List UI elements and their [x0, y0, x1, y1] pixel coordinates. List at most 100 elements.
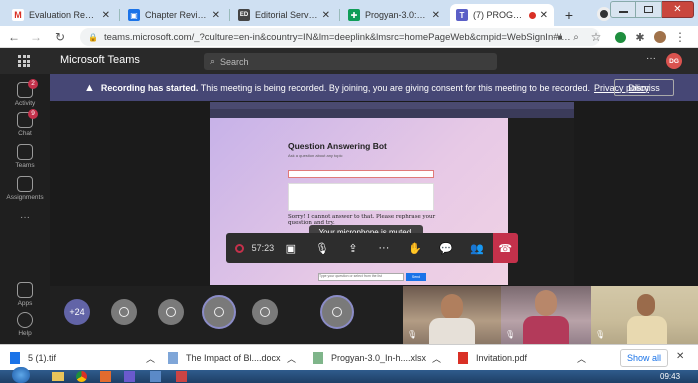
person-icon [332, 307, 342, 317]
chevron-up-icon[interactable]: ︿ [432, 352, 441, 365]
app-launcher-icon[interactable] [18, 55, 30, 67]
close-tab-icon[interactable]: ✕ [212, 10, 220, 21]
taskbar-app-icon[interactable] [100, 371, 111, 382]
address-bar[interactable]: 🔒 teams.microsoft.com/_?culture=en-in&co… [80, 28, 600, 46]
new-tab-button[interactable]: + [560, 6, 578, 24]
reload-icon[interactable]: ↻ [52, 29, 68, 45]
taskbar-chrome-icon[interactable] [76, 371, 87, 382]
show-all-button[interactable]: Show all [620, 349, 668, 367]
docx-file-icon [168, 352, 178, 364]
rail-label: Chat [18, 130, 32, 137]
close-download-bar-icon[interactable]: ✕ [676, 351, 684, 362]
rail-item-assignments[interactable]: Assignments [0, 176, 50, 201]
avatar[interactable]: DG [666, 53, 682, 69]
browser-tab-progyan-sheet[interactable]: ✚ Progyan-3.0: In-hou ✕ [342, 4, 446, 26]
chevron-up-icon[interactable]: ︿ [146, 352, 155, 365]
answer-panel [288, 183, 434, 211]
extensions-puzzle-icon[interactable]: ✱ [632, 29, 648, 45]
rail-item-help[interactable]: Help [0, 312, 50, 337]
dismiss-button[interactable]: Dismiss [614, 79, 674, 96]
browser-tab-chapter-review[interactable]: ▣ Chapter Review Forr ✕ [122, 4, 226, 26]
close-tab-icon[interactable]: ✕ [432, 10, 440, 21]
close-window-icon[interactable]: ✕ [662, 1, 694, 18]
rail-item-more[interactable]: ··· [0, 212, 50, 223]
window-controls: ✕ [610, 1, 696, 19]
bookmark-star-icon[interactable]: ☆ [588, 29, 604, 45]
browser-menu-icon[interactable]: ⋮ [672, 29, 688, 45]
download-item[interactable]: Progyan-3.0_In-h....xlsx ︿ [313, 349, 441, 367]
teams-header: Microsoft Teams ⌕ Search ··· DG [0, 48, 698, 74]
rail-item-teams[interactable]: Teams [0, 144, 50, 169]
recording-dot-icon [528, 11, 536, 19]
more-options-icon[interactable]: ··· [646, 53, 656, 64]
more-participants-badge[interactable]: +24 [64, 299, 90, 325]
browser-tab-editorial[interactable]: ED Editorial Service Par ✕ [232, 4, 336, 26]
taskbar-app-icon[interactable] [124, 371, 135, 382]
mic-mute-button[interactable]: 🎙 [306, 233, 337, 263]
hang-up-button[interactable]: ☎ [492, 233, 519, 263]
close-tab-icon[interactable]: ✕ [322, 10, 330, 21]
participant-avatar[interactable] [252, 299, 278, 325]
taskbar-app-icon[interactable] [150, 371, 161, 382]
download-item[interactable]: 5 (1).tif ︿ [10, 349, 155, 367]
download-item[interactable]: The Impact of Bl....docx ︿ [168, 349, 296, 367]
left-app-rail: 2 Activity 9 Chat Teams Assignments ··· … [0, 74, 50, 344]
zoom-icon[interactable]: ⌕ [568, 29, 584, 45]
back-icon[interactable]: ← [6, 29, 22, 45]
call-controls: 57:23 ▣ 🎙 ⇪ ··· ✋ 💬 👥 ☎ [226, 233, 519, 263]
more-actions-button[interactable]: ··· [368, 233, 399, 263]
raise-hand-button[interactable]: ✋ [399, 233, 430, 263]
search-icon: ⌕ [210, 56, 216, 66]
rail-label: Help [18, 330, 32, 337]
mic-off-icon: 🎙 [595, 330, 606, 339]
participant-video-tile[interactable]: 🎙 [501, 286, 591, 344]
minimize-icon[interactable] [610, 1, 636, 18]
camera-off-button[interactable]: ▣ [275, 233, 306, 263]
person-icon [119, 307, 129, 317]
mic-off-icon: 🎙 [505, 330, 516, 339]
profile-icon[interactable] [597, 7, 611, 21]
participant-face [441, 294, 463, 320]
rail-label: ··· [20, 212, 30, 223]
share-screen-button[interactable]: ⇪ [337, 233, 368, 263]
maximize-icon[interactable] [636, 1, 662, 18]
chevron-up-icon[interactable]: ︿ [287, 352, 296, 365]
hang-up-icon: ☎ [498, 242, 513, 255]
close-tab-icon[interactable]: ✕ [102, 10, 110, 21]
browser-tab-teams[interactable]: T (7) PROGYAN 3 ✕ [450, 4, 554, 26]
participant-video-tile[interactable]: 🎙 [591, 286, 698, 344]
editorial-icon: ED [238, 9, 250, 21]
recording-banner: ▲ Recording has started. This meeting is… [50, 74, 698, 101]
person-icon [166, 307, 176, 317]
start-button-icon[interactable] [12, 367, 30, 383]
participant-face [637, 294, 655, 316]
user-avatar-icon[interactable] [652, 29, 668, 45]
person-icon [260, 307, 270, 317]
participant-avatar[interactable] [158, 299, 184, 325]
help-icon [17, 312, 33, 328]
show-conversation-button[interactable]: 💬 [430, 233, 461, 263]
close-tab-icon[interactable]: ✕ [540, 10, 548, 21]
rail-item-chat[interactable]: 9 Chat [0, 109, 50, 137]
browser-tab-gmail[interactable]: M Evaluation Remindè ✕ [6, 4, 116, 26]
show-participants-button[interactable]: 👥 [461, 233, 492, 263]
rail-item-activity[interactable]: 2 Activity [0, 79, 50, 107]
participant-video-tile[interactable]: 🎙 [403, 286, 501, 344]
forward-icon[interactable]: → [28, 29, 44, 45]
search-box[interactable]: ⌕ Search [204, 53, 497, 70]
participant-avatar-speaking[interactable] [202, 295, 236, 329]
participant-avatar-speaking[interactable] [320, 295, 354, 329]
tab-label: Chapter Review Forr [145, 10, 208, 20]
participant-avatar[interactable] [111, 299, 137, 325]
extension-green-icon[interactable] [612, 29, 628, 45]
taskbar-explorer-icon[interactable] [52, 372, 64, 381]
question-input[interactable] [288, 170, 434, 178]
tab-label: Editorial Service Par [255, 10, 318, 20]
meeting-stage: Question Answering Bot Ask a question ab… [50, 101, 698, 344]
chevron-up-icon[interactable]: ︿ [577, 352, 586, 365]
rail-item-apps[interactable]: Apps [0, 282, 50, 307]
taskbar-clock[interactable]: 09:43 [660, 372, 680, 381]
download-item[interactable]: Invitation.pdf ︿ [458, 349, 586, 367]
taskbar-app-icon[interactable] [176, 371, 187, 382]
camera-indicator-icon[interactable]: ■ [552, 29, 568, 45]
